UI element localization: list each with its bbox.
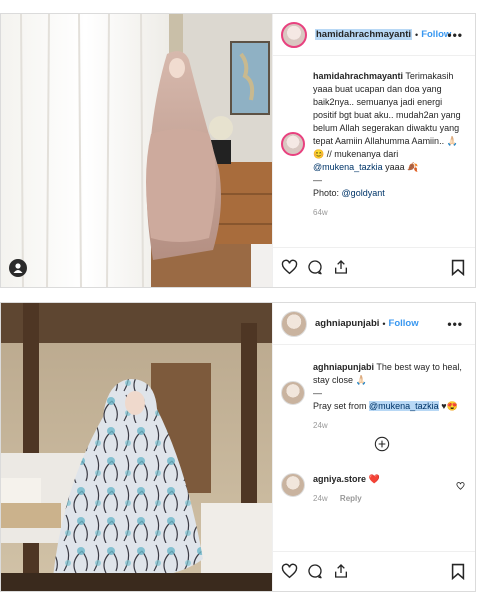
pray-prefix: Pray set from [313, 401, 370, 411]
caption-username[interactable]: hamidahrachmayanti [313, 71, 403, 81]
post-2: aghniapunjabi • Follow ••• aghniapunjabi… [0, 302, 476, 592]
caption-text: Terimakasih yaaa buat ucapan dan doa yan… [313, 71, 461, 159]
bookmark-icon[interactable] [451, 563, 465, 585]
user-tag-icon[interactable] [9, 259, 27, 277]
heart-icon[interactable] [281, 259, 298, 280]
post-2-image [1, 303, 272, 591]
heart-icon[interactable] [456, 477, 465, 495]
heart-icon[interactable] [281, 563, 298, 584]
avatar[interactable] [281, 473, 305, 497]
post-time[interactable]: 64w [313, 206, 467, 219]
comment-body: agniya.store ❤️ 24w Reply [313, 473, 380, 505]
caption-username[interactable]: aghniapunjabi [313, 362, 374, 372]
photo-credit-label: Photo: [313, 188, 340, 198]
username-link[interactable]: hamidahrachmayanti [315, 29, 413, 40]
caption-tail: yaaa 🍂 [382, 162, 419, 172]
caption-body: hamidahrachmayanti Terimakasih yaaa buat… [313, 70, 467, 219]
follow-button[interactable]: Follow [389, 318, 419, 329]
share-icon[interactable] [333, 563, 349, 584]
post-2-photo[interactable] [1, 303, 272, 591]
caption: hamidahrachmayanti Terimakasih yaaa buat… [281, 70, 467, 219]
comment-icon[interactable] [307, 563, 323, 584]
post-1: hamidahrachmayanti • Follow ••• hamidahr… [0, 13, 476, 288]
mention-link[interactable]: @mukena_tazkia [313, 162, 383, 172]
comment-time[interactable]: 24w [313, 494, 328, 503]
post-1-panel: hamidahrachmayanti • Follow ••• hamidahr… [272, 14, 475, 287]
comment: agniya.store ❤️ 24w Reply [281, 473, 467, 505]
avatar[interactable] [281, 381, 305, 405]
action-bar [273, 247, 475, 287]
separator-dot: • [415, 29, 419, 40]
action-bar [273, 551, 475, 591]
pray-tail: ♥😍 [438, 401, 458, 411]
caption: aghniapunjabi The best way to heal, stay… [281, 361, 467, 432]
comment-username[interactable]: agniya.store [313, 474, 366, 484]
separator-dot: • [382, 318, 386, 329]
caption-body: aghniapunjabi The best way to heal, stay… [313, 361, 467, 432]
caption-divider: — [313, 175, 322, 185]
post-1-photo[interactable] [1, 14, 272, 287]
plus-circle-icon[interactable] [374, 436, 390, 457]
post-2-header: aghniapunjabi • Follow ••• [273, 303, 475, 345]
post-1-image [1, 14, 272, 287]
avatar[interactable] [281, 21, 307, 48]
bookmark-icon[interactable] [451, 259, 465, 281]
reply-button[interactable]: Reply [340, 494, 362, 503]
mention-link[interactable]: @mukena_tazkia [369, 401, 439, 411]
avatar[interactable] [281, 132, 305, 156]
post-2-panel: aghniapunjabi • Follow ••• aghniapunjabi… [272, 303, 475, 591]
comment-icon[interactable] [307, 259, 323, 280]
caption-divider: — [313, 388, 322, 398]
avatar[interactable] [281, 310, 307, 337]
username-link[interactable]: aghniapunjabi [315, 318, 379, 329]
share-icon[interactable] [333, 259, 349, 280]
photo-credit-link[interactable]: @goldyant [342, 188, 385, 198]
post-1-header: hamidahrachmayanti • Follow ••• [273, 14, 475, 56]
comment-text: ❤️ [368, 474, 380, 484]
more-icon[interactable]: ••• [447, 317, 463, 331]
more-icon[interactable]: ••• [447, 28, 463, 42]
comment-meta: 24w Reply [313, 492, 380, 505]
post-time[interactable]: 24w [313, 419, 467, 432]
